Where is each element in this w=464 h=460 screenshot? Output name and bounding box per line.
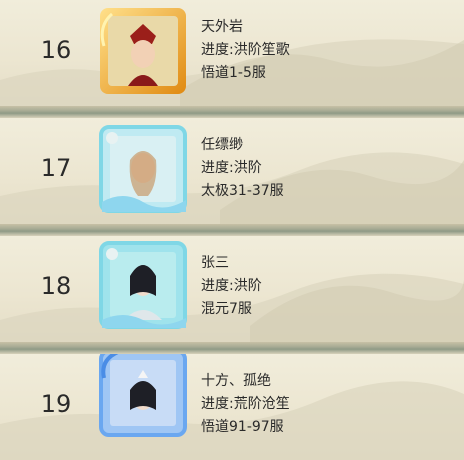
leaderboard-row-16[interactable]: 16 天外岩 进度:洪阶笙歌 悟道1-5服 [0,0,464,106]
player-avatar [99,241,187,329]
avatar-frame-gold[interactable] [98,6,188,96]
player-progress: 进度:洪阶 [201,160,262,176]
player-info: 十方、孤绝 进度:荒阶沧笙 悟道91-97服 [201,370,290,439]
player-server: 悟道91-97服 [201,419,284,435]
avatar-frame-cyan[interactable] [98,124,188,214]
player-server: 太极31-37服 [201,183,284,199]
player-info: 任缥缈 进度:洪阶 太极31-37服 [201,134,284,203]
avatar-frame-blue[interactable] [98,354,188,438]
rank-number: 17 [40,154,72,182]
player-server: 混元7服 [201,301,252,317]
player-progress: 进度:洪阶笙歌 [201,42,290,58]
rank-number: 16 [40,36,72,64]
player-name: 任缥缈 [201,137,243,153]
player-name: 张三 [201,255,229,271]
player-avatar [100,8,186,94]
player-name: 天外岩 [201,19,243,35]
row-divider [0,224,464,236]
player-server: 悟道1-5服 [201,65,266,81]
player-name: 十方、孤绝 [201,373,271,389]
avatar-frame-cyan[interactable] [98,240,188,330]
player-avatar [99,354,187,437]
rank-number: 18 [40,272,72,300]
player-avatar [99,125,187,213]
player-info: 张三 进度:洪阶 混元7服 [201,252,262,321]
leaderboard-row-19[interactable]: 19 十方、孤绝 进度:荒阶沧笙 悟道91-97服 [0,354,464,460]
player-progress: 进度:洪阶 [201,278,262,294]
leaderboard-row-18[interactable]: 18 张三 进度:洪阶 混元7服 [0,236,464,342]
row-divider [0,342,464,354]
player-info: 天外岩 进度:洪阶笙歌 悟道1-5服 [201,16,290,85]
leaderboard-row-17[interactable]: 17 任缥缈 进度:洪阶 太极31-37服 [0,118,464,224]
rank-number: 19 [40,390,72,418]
player-progress: 进度:荒阶沧笙 [201,396,290,412]
row-divider [0,106,464,118]
